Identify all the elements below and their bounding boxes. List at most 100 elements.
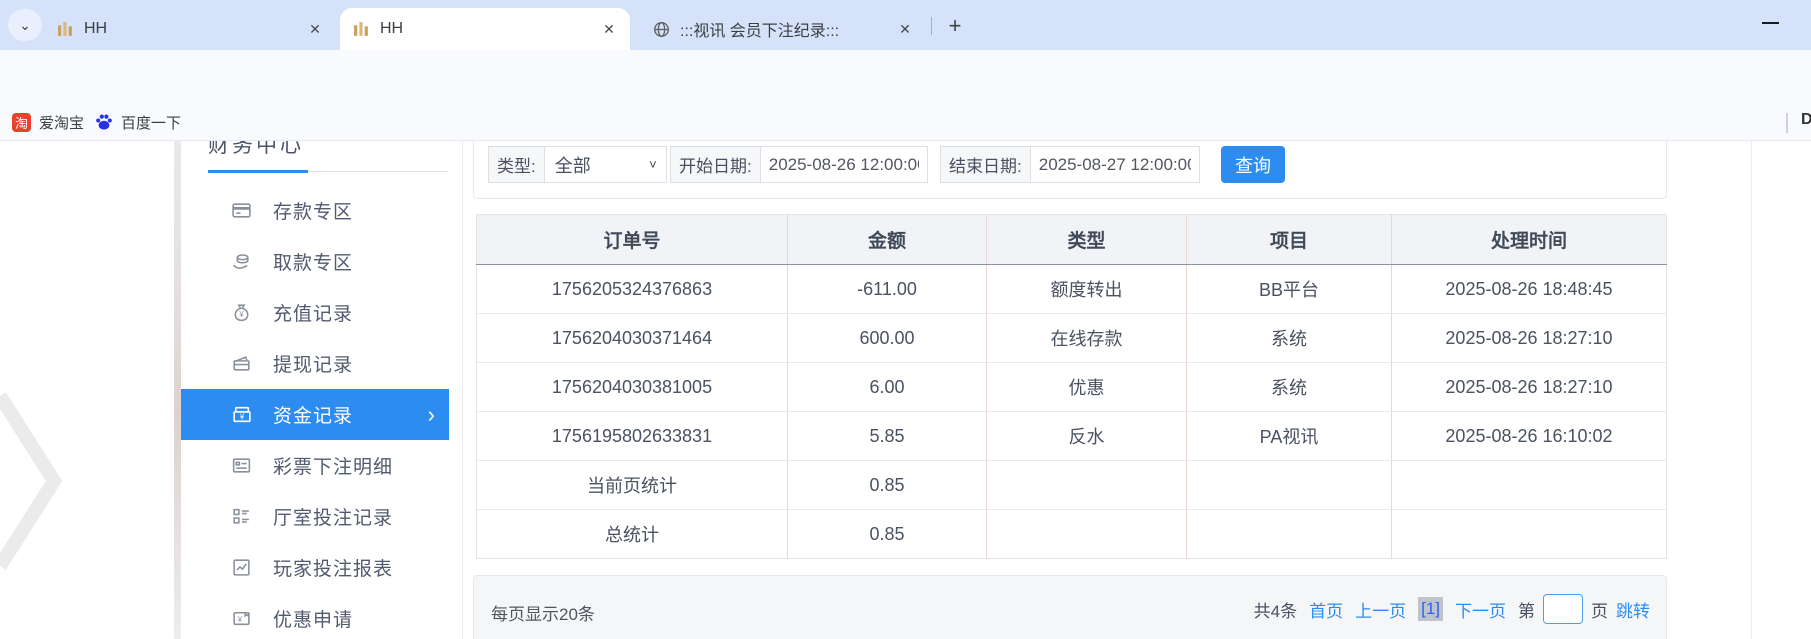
prev-page-link[interactable]: 上一页 <box>1355 597 1406 622</box>
cell-order-no: 1756195802633831 <box>477 412 788 461</box>
table-row: 1756204030381005 6.00 优惠 系统 2025-08-26 1… <box>477 363 1667 412</box>
col-header-item: 项目 <box>1187 215 1392 265</box>
jump-prefix-label: 第 <box>1518 597 1535 622</box>
cell-order-no: 1756204030371464 <box>477 314 788 363</box>
svg-text:¥: ¥ <box>237 615 242 624</box>
total-count-label: 共4条 <box>1254 597 1297 622</box>
cell-item <box>1187 510 1392 559</box>
jump-link[interactable]: 跳转 <box>1616 597 1650 622</box>
tab-hh-2-active[interactable]: HH ✕ <box>340 8 630 50</box>
tab-title: HH <box>84 20 294 38</box>
end-date-label: 结束日期: <box>940 146 1030 183</box>
cell-amount: 5.85 <box>788 412 987 461</box>
tab-divider <box>931 17 932 35</box>
sidebar-item-label: 彩票下注明细 <box>273 452 393 479</box>
sidebar-item-lottery-bet-detail[interactable]: 彩票下注明细 <box>181 440 449 491</box>
cell-type: 优惠 <box>987 363 1187 412</box>
bookmark-baidu[interactable]: 百度一下 <box>94 110 181 134</box>
col-header-type: 类型 <box>987 215 1187 265</box>
chart-report-icon <box>230 557 252 579</box>
tab-title: HH <box>380 20 588 38</box>
sidebar-item-player-bet-report[interactable]: 玩家投注报表 <box>181 542 449 593</box>
table-row-page-summary: 当前页统计 0.85 <box>477 461 1667 510</box>
cell-order-no: 1756204030381005 <box>477 363 788 412</box>
bank-card-icon <box>230 200 252 222</box>
globe-icon <box>652 20 670 38</box>
first-page-link[interactable]: 首页 <box>1309 597 1343 622</box>
select-caret-icon: ˅ <box>649 157 657 172</box>
hh-favicon-icon <box>56 20 74 38</box>
funds-record-table: 订单号 金额 类型 项目 处理时间 1756205324376863 -611.… <box>476 214 1667 559</box>
sidebar-item-hall-bet-record[interactable]: 厅室投注记录 <box>181 491 449 542</box>
hand-money-icon <box>230 251 252 273</box>
coupon-icon: ¥ <box>230 608 252 630</box>
sidebar-item-deposit-zone[interactable]: 存款专区 <box>181 185 449 236</box>
pager: 共4条 首页 上一页 [1] 下一页 第 页 跳转 <box>1254 594 1650 624</box>
chevron-right-icon: › <box>428 404 435 426</box>
cell-summary-label: 总统计 <box>477 510 788 559</box>
tab-search-button[interactable]: ⌄ <box>8 9 42 41</box>
cell-type <box>987 461 1187 510</box>
sidebar-item-label: 玩家投注报表 <box>273 554 393 581</box>
col-header-amount: 金额 <box>788 215 987 265</box>
cell-summary-label: 当前页统计 <box>477 461 788 510</box>
table-row: 1756205324376863 -611.00 额度转出 BB平台 2025-… <box>477 265 1667 314</box>
tab-close-icon[interactable]: ✕ <box>304 18 326 40</box>
hh-favicon-icon <box>352 20 370 38</box>
tab-close-icon[interactable]: ✕ <box>598 18 620 40</box>
per-page-label: 每页显示20条 <box>491 600 595 625</box>
page-jump-input[interactable] <box>1543 594 1583 624</box>
cell-amount: -611.00 <box>788 265 987 314</box>
window-minimize-button[interactable] <box>1762 22 1779 24</box>
sidebar-item-funds-record[interactable]: ¥ 资金记录 › <box>181 389 449 440</box>
cell-item: BB平台 <box>1187 265 1392 314</box>
col-header-order-no: 订单号 <box>477 215 788 265</box>
sidebar: 财务中心 存款专区 取款专区 ¥ <box>181 141 463 639</box>
start-date-label: 开始日期: <box>670 146 760 183</box>
sidebar-item-label: 充值记录 <box>273 299 353 326</box>
sidebar-item-label: 提现记录 <box>273 350 353 377</box>
next-page-link[interactable]: 下一页 <box>1455 597 1506 622</box>
header-divider-line <box>308 171 448 172</box>
browser-toolbar: ← → ↻ ⌂ mgm1065.com/hhcp/usercenter.html… <box>0 50 1811 103</box>
sidebar-header-title: 财务中心 <box>208 141 304 159</box>
start-date-input[interactable] <box>760 146 928 183</box>
end-date-input[interactable] <box>1030 146 1200 183</box>
table-row: 1756195802633831 5.85 反水 PA视讯 2025-08-26… <box>477 412 1667 461</box>
type-select-value: 全部 <box>555 152 591 178</box>
tab-title: :::视讯 会员下注纪录::: <box>680 17 884 41</box>
sidebar-item-withdraw-zone[interactable]: 取款专区 <box>181 236 449 287</box>
search-button[interactable]: 查询 <box>1221 146 1285 183</box>
cell-time: 2025-08-26 18:27:10 <box>1392 363 1667 412</box>
bookmark-partial-label[interactable]: D <box>1801 111 1811 129</box>
content-right-border <box>1751 141 1752 639</box>
tab-strip: ⌄ HH ✕ HH ✕ :::视讯 会员下注纪录::: ✕ + <box>0 0 1811 50</box>
sidebar-item-withdrawal-record[interactable]: 提现记录 <box>181 338 449 389</box>
cell-amount: 6.00 <box>788 363 987 412</box>
bookmark-taobao[interactable]: 淘 爱淘宝 <box>12 110 84 134</box>
start-date-group: 开始日期: <box>670 146 928 183</box>
svg-text:¥: ¥ <box>239 310 244 319</box>
tab-shixun[interactable]: :::视讯 会员下注纪录::: ✕ <box>640 8 926 50</box>
cell-amount: 0.85 <box>788 461 987 510</box>
tab-hh-1[interactable]: HH ✕ <box>44 8 336 50</box>
sidebar-item-promo-apply[interactable]: ¥ 优惠申请 <box>181 593 449 639</box>
taobao-icon: 淘 <box>12 113 31 132</box>
type-label: 类型: <box>488 146 544 183</box>
table-header-row: 订单号 金额 类型 项目 处理时间 <box>477 215 1667 265</box>
cell-time <box>1392 461 1667 510</box>
tab-close-icon[interactable]: ✕ <box>894 18 916 40</box>
sidebar-item-recharge-record[interactable]: ¥ 充值记录 <box>181 287 449 338</box>
cell-amount: 600.00 <box>788 314 987 363</box>
sidebar-item-label: 优惠申请 <box>273 605 353 632</box>
new-tab-button[interactable]: + <box>941 12 969 40</box>
bookmarks-bar: 淘 爱淘宝 百度一下 D <box>0 103 1811 141</box>
cell-item <box>1187 461 1392 510</box>
cell-type: 额度转出 <box>987 265 1187 314</box>
current-page-indicator: [1] <box>1418 597 1443 621</box>
cell-type <box>987 510 1187 559</box>
list-detail-icon <box>230 455 252 477</box>
type-filter-group: 类型: 全部 ˅ <box>488 146 667 183</box>
chevron-down-icon: ⌄ <box>19 17 31 34</box>
type-select[interactable]: 全部 ˅ <box>544 146 667 183</box>
